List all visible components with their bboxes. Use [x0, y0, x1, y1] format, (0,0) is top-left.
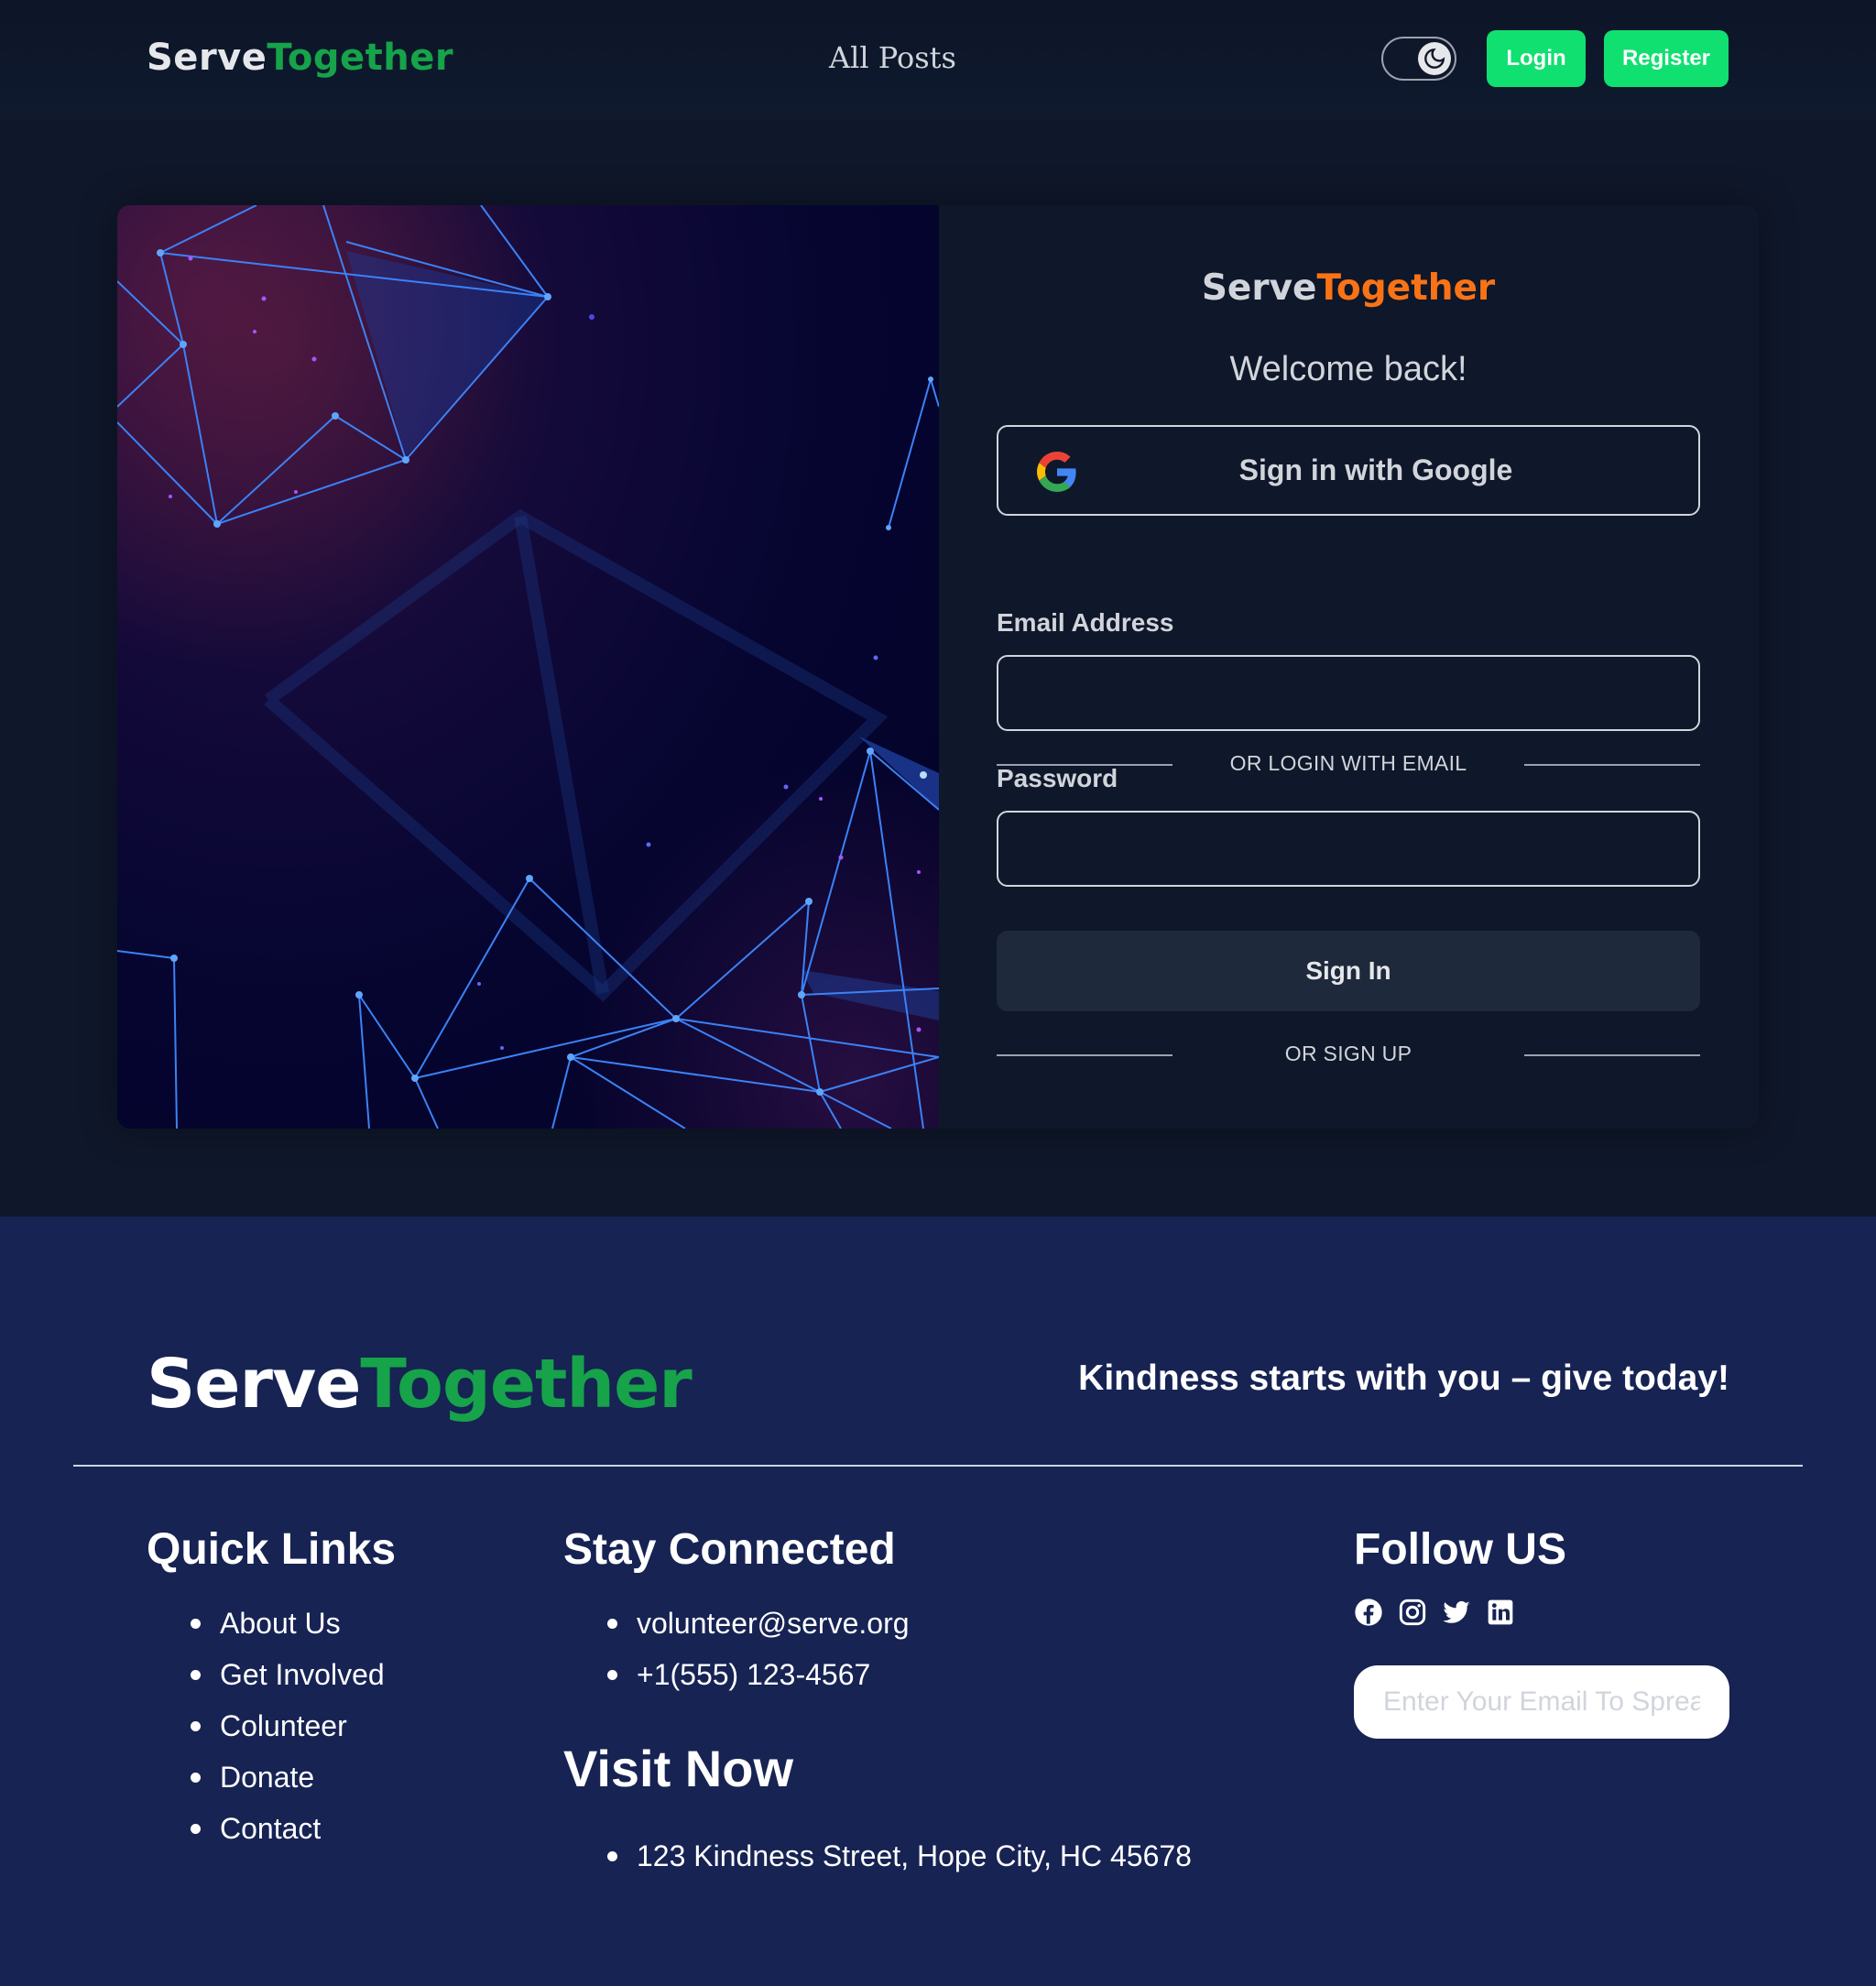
sign-in-button[interactable]: Sign In [997, 931, 1700, 1011]
quick-link-donate[interactable]: Donate [147, 1751, 385, 1803]
visit-now-title: Visit Now [563, 1740, 794, 1797]
twitter-icon[interactable] [1442, 1598, 1471, 1627]
instagram-icon[interactable] [1398, 1598, 1427, 1627]
form-logo-together: Together [1316, 267, 1496, 309]
login-button[interactable]: Login [1487, 30, 1586, 87]
footer-logo-serve: Serve [147, 1345, 361, 1424]
email-label: Email Address [997, 608, 1174, 637]
quick-links-list: About Us Get Involved Colunteer Donate C… [147, 1598, 385, 1854]
visit-now-list: 123 Kindness Street, Hope City, HC 45678 [563, 1830, 1192, 1882]
contact-email[interactable]: volunteer@serve.org [563, 1598, 910, 1649]
quick-link-about-us[interactable]: About Us [147, 1598, 385, 1649]
password-field[interactable] [997, 811, 1700, 887]
stay-connected-list: volunteer@serve.org +1(555) 123-4567 [563, 1598, 910, 1700]
moon-icon [1418, 42, 1451, 75]
google-signin-label: Sign in with Google [1238, 453, 1513, 486]
nav-link-all-posts[interactable]: All Posts [829, 40, 956, 75]
newsletter-email-input[interactable] [1354, 1665, 1729, 1739]
footer-logo-together: Together [360, 1345, 692, 1424]
footer-logo: ServeTogether [147, 1345, 693, 1424]
quick-link-contact[interactable]: Contact [147, 1803, 385, 1854]
quick-links-title: Quick Links [147, 1525, 397, 1574]
form-logo-serve: Serve [1201, 267, 1317, 309]
quick-link-get-involved[interactable]: Get Involved [147, 1649, 385, 1700]
footer: ServeTogether Kindness starts with you –… [0, 1217, 1876, 1986]
quick-link-volunteer[interactable]: Colunteer [147, 1700, 385, 1751]
address-item: 123 Kindness Street, Hope City, HC 45678 [563, 1830, 1192, 1882]
navbar: ServeTogether All Posts Login Register [0, 0, 1876, 119]
social-links [1354, 1598, 1515, 1627]
linkedin-icon[interactable] [1486, 1598, 1515, 1627]
google-signin-button[interactable]: Sign in with Google [997, 425, 1700, 516]
footer-divider [73, 1465, 1803, 1467]
register-button[interactable]: Register [1604, 30, 1729, 87]
divider-line [1524, 764, 1700, 766]
stay-connected-title: Stay Connected [563, 1525, 896, 1574]
divider-line [1524, 1054, 1700, 1056]
follow-us-title: Follow US [1354, 1525, 1566, 1574]
logo-serve-text: Serve [147, 37, 267, 79]
logo-together-text: Together [267, 37, 454, 79]
hero-image [117, 205, 939, 1129]
form-logo: ServeTogether [997, 267, 1700, 309]
navbar-logo[interactable]: ServeTogether [147, 37, 453, 79]
theme-toggle[interactable] [1381, 37, 1456, 81]
welcome-heading: Welcome back! [1229, 350, 1467, 388]
facebook-icon[interactable] [1354, 1598, 1383, 1627]
password-label: Password [997, 764, 1118, 792]
footer-tagline: Kindness starts with you – give today! [1078, 1359, 1729, 1398]
contact-phone[interactable]: +1(555) 123-4567 [563, 1649, 910, 1700]
signup-divider: OR SIGN UP [997, 1042, 1700, 1069]
email-field[interactable] [997, 655, 1700, 731]
